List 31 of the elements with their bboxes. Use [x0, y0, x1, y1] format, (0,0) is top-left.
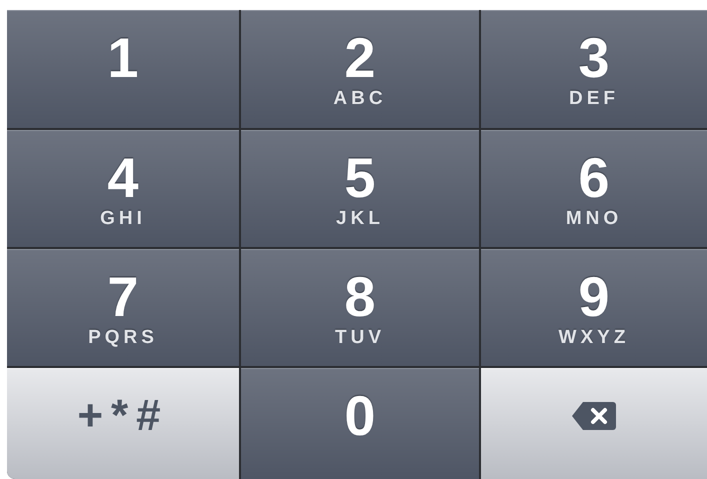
- key-letters: JKL: [336, 208, 384, 230]
- key-letters: MNO: [566, 208, 622, 230]
- key-letters: GHI: [100, 208, 146, 230]
- digit-key[interactable]: 6 MNO: [481, 130, 707, 247]
- key-digit: 3: [578, 32, 610, 84]
- digit-key[interactable]: 2 ABC: [241, 10, 479, 128]
- digit-key[interactable]: 5 JKL: [241, 130, 479, 247]
- key-digit: 5: [344, 152, 376, 204]
- delete-key[interactable]: [481, 368, 707, 479]
- digit-key[interactable]: 4 GHI: [7, 130, 239, 247]
- key-letters: TUV: [335, 327, 385, 349]
- key-digit: 1: [107, 32, 139, 84]
- digit-key[interactable]: 7 PQRS: [7, 249, 239, 366]
- digit-key[interactable]: 8 TUV: [241, 249, 479, 366]
- key-digit: 6: [578, 152, 610, 204]
- backspace-icon: [571, 401, 617, 431]
- key-digit: 8: [344, 271, 376, 323]
- digit-key[interactable]: 3 DEF: [481, 10, 707, 128]
- symbols-key[interactable]: +*#: [7, 368, 239, 479]
- key-digit: 9: [578, 271, 610, 323]
- key-letters: PQRS: [88, 327, 158, 349]
- key-letters: DEF: [569, 88, 619, 110]
- key-letters: ABC: [333, 88, 387, 110]
- key-digit: 2: [344, 32, 376, 84]
- digit-key[interactable]: 1: [7, 10, 239, 128]
- key-digit: 7: [107, 271, 139, 323]
- digit-key[interactable]: 9 WXYZ: [481, 249, 707, 366]
- key-digit: 0: [344, 390, 376, 442]
- key-digit: 4: [107, 152, 139, 204]
- key-letters: WXYZ: [558, 327, 630, 349]
- digit-key[interactable]: 0: [241, 368, 479, 479]
